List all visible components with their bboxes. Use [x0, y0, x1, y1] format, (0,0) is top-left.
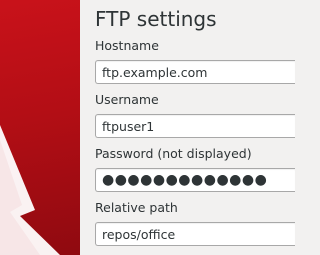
username-input[interactable] [95, 114, 295, 138]
upload-arrow-icon [0, 125, 60, 255]
page-title: FTP settings [95, 7, 217, 31]
hostname-input[interactable] [95, 60, 295, 84]
hostname-label: Hostname [95, 38, 159, 53]
username-label: Username [95, 92, 159, 107]
relative-path-input[interactable] [95, 222, 295, 246]
ftp-settings-panel: FTP settings Hostname Username Password … [80, 0, 295, 255]
password-label: Password (not displayed) [95, 146, 252, 161]
relative-path-label: Relative path [95, 200, 178, 215]
password-input[interactable] [95, 168, 295, 192]
sidebar-banner [0, 0, 80, 255]
